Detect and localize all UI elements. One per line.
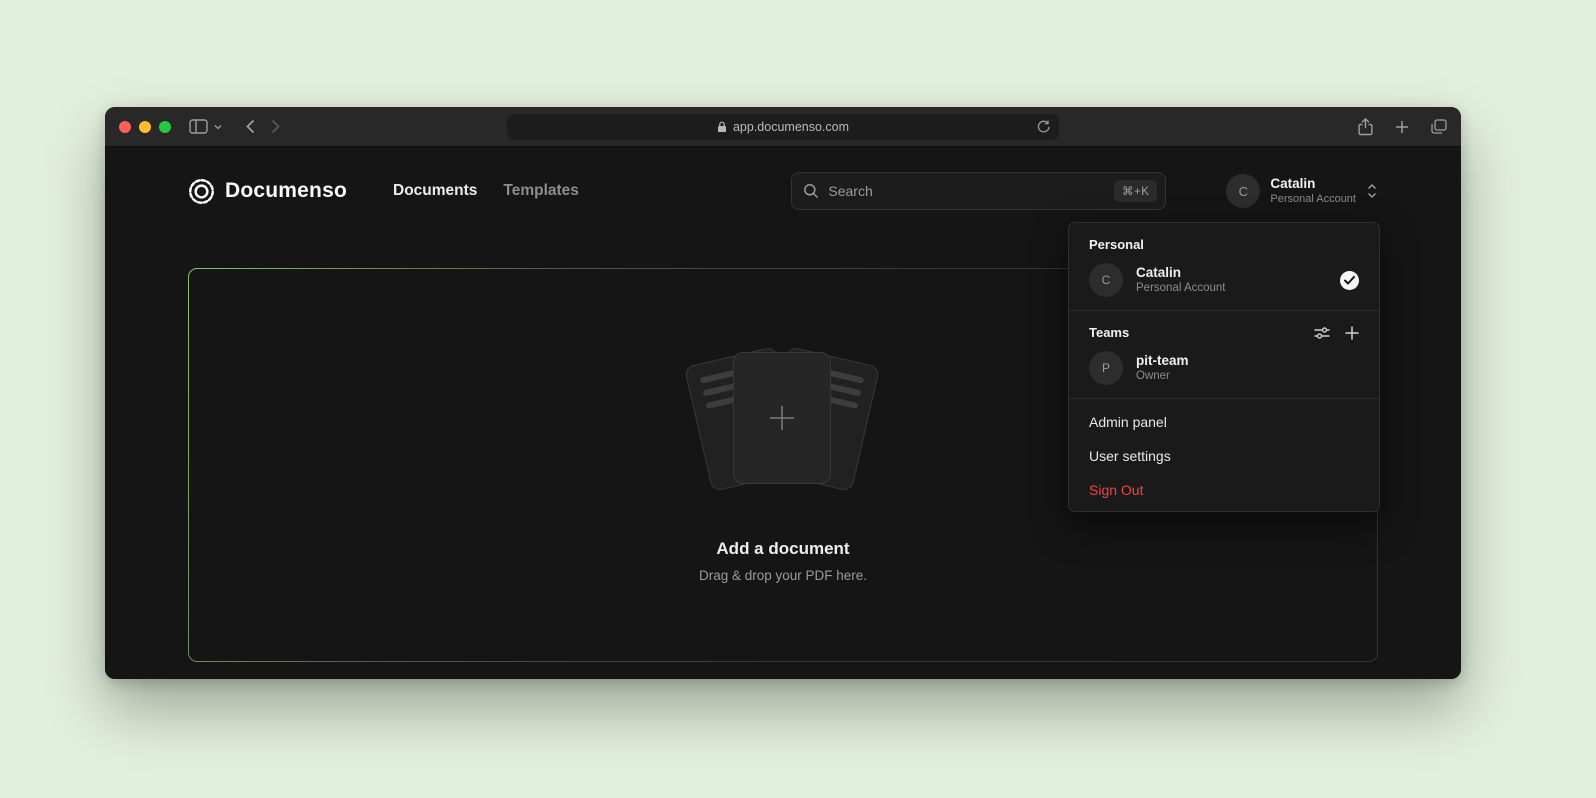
account-subtitle: Personal Account [1270, 193, 1356, 207]
share-icon[interactable] [1358, 118, 1373, 136]
zoom-window-button[interactable] [159, 121, 171, 133]
sidebar-toggle-icon[interactable] [189, 119, 208, 134]
browser-window: app.documenso.com [105, 107, 1461, 679]
plus-icon [767, 403, 797, 433]
address-bar[interactable]: app.documenso.com [507, 114, 1059, 140]
menu-personal-label: Personal [1069, 229, 1379, 256]
team-avatar: P [1089, 351, 1123, 385]
documenso-logo-icon [188, 178, 215, 205]
personal-name: Catalin [1136, 264, 1226, 282]
manage-teams-icon[interactable] [1314, 326, 1330, 340]
personal-subtitle: Personal Account [1136, 281, 1226, 296]
back-button[interactable] [246, 119, 255, 134]
selected-check-icon [1340, 271, 1359, 290]
forward-button[interactable] [271, 119, 280, 134]
personal-avatar: C [1089, 263, 1123, 297]
menu-divider [1069, 398, 1379, 399]
dropzone-title: Add a document [716, 539, 849, 559]
dropzone-subtitle: Drag & drop your PDF here. [699, 568, 867, 583]
account-dropdown-menu: Personal C Catalin Personal Account Team… [1068, 222, 1380, 512]
search-icon [803, 183, 819, 199]
team-role: Owner [1136, 369, 1189, 384]
menu-teams-header: Teams [1069, 317, 1379, 344]
menu-item-admin-panel[interactable]: Admin panel [1069, 405, 1379, 439]
menu-teams-label: Teams [1089, 325, 1129, 340]
sidebar-chevron-icon[interactable] [214, 124, 222, 130]
chevron-up-down-icon [1366, 182, 1378, 200]
titlebar-right-actions [1358, 118, 1447, 136]
traffic-lights [119, 121, 171, 133]
account-name: Catalin [1270, 176, 1356, 193]
account-menu-trigger[interactable]: C Catalin Personal Account [1226, 174, 1378, 208]
lock-icon [717, 121, 727, 133]
app-content: Documenso Documents Templates Search ⌘+K… [105, 147, 1461, 679]
search-shortcut-badge: ⌘+K [1114, 180, 1157, 202]
brand[interactable]: Documenso [188, 178, 347, 205]
menu-personal-account-item[interactable]: C Catalin Personal Account [1069, 256, 1379, 304]
reload-icon[interactable] [1036, 119, 1051, 134]
main-nav: Documents Templates [393, 182, 579, 200]
menu-item-sign-out[interactable]: Sign Out [1069, 473, 1379, 507]
browser-titlebar: app.documenso.com [105, 107, 1461, 147]
brand-name: Documenso [225, 179, 347, 203]
search-placeholder: Search [828, 183, 872, 199]
stack-card-center [733, 352, 831, 484]
menu-item-user-settings[interactable]: User settings [1069, 439, 1379, 473]
search-input[interactable]: Search ⌘+K [791, 172, 1166, 210]
document-stack-illustration [673, 347, 893, 497]
nav-documents[interactable]: Documents [393, 182, 477, 200]
close-window-button[interactable] [119, 121, 131, 133]
menu-team-item[interactable]: P pit-team Owner [1069, 344, 1379, 392]
team-name: pit-team [1136, 352, 1189, 370]
menu-divider [1069, 310, 1379, 311]
minimize-window-button[interactable] [139, 121, 151, 133]
tab-overview-icon[interactable] [1431, 119, 1447, 134]
new-tab-icon[interactable] [1395, 120, 1409, 134]
nav-templates[interactable]: Templates [503, 182, 579, 200]
add-team-icon[interactable] [1345, 326, 1359, 340]
url-text: app.documenso.com [733, 120, 849, 134]
account-avatar: C [1226, 174, 1260, 208]
